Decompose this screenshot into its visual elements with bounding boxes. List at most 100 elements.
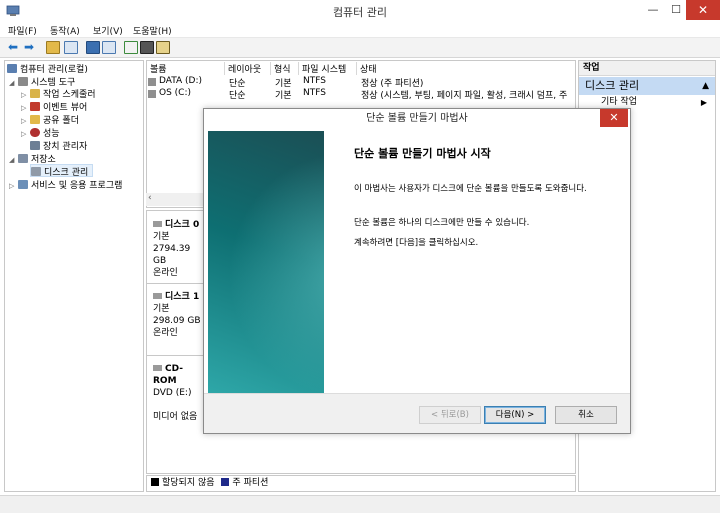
disk-state: 온라인 xyxy=(153,328,178,338)
disk-1-info[interactable]: 디스크 1 기본 298.09 GB 온라인 xyxy=(147,291,205,339)
action-section-disk-management[interactable]: 디스크 관리 ▲ xyxy=(579,77,715,95)
chevron-right-icon[interactable]: ▷ xyxy=(21,91,30,99)
tree-label: 서비스 및 응용 프로그램 xyxy=(31,181,123,191)
disk-type: DVD (E:) xyxy=(153,388,192,398)
check-icon[interactable] xyxy=(124,41,138,54)
table-row[interactable]: OS (C:) 단순 기본 NTFS 정상 (시스템, 부팅, 페이지 파일, … xyxy=(147,88,575,101)
disk-size xyxy=(153,399,205,411)
disk-icon xyxy=(153,293,162,299)
disk-icon xyxy=(153,221,162,227)
chevron-right-icon[interactable]: ▷ xyxy=(9,182,18,190)
maximize-button[interactable]: ☐ xyxy=(666,0,686,20)
disk-type: 기본 xyxy=(153,232,170,242)
cdrom-info[interactable]: CD-ROM DVD (E:) 미디어 없음 xyxy=(147,363,205,423)
status-bar xyxy=(0,495,720,513)
disk-name: 디스크 1 xyxy=(165,292,200,302)
menu-view[interactable]: 보기(V) xyxy=(93,24,123,37)
menu-file[interactable]: 파일(F) xyxy=(8,24,37,37)
legend-primary: 주 파티션 xyxy=(232,478,269,488)
cd-drive-icon xyxy=(153,365,162,371)
help-icon[interactable] xyxy=(86,41,100,54)
action-pane-icon[interactable] xyxy=(102,41,116,54)
tree-label: 이벤트 뷰어 xyxy=(43,103,88,113)
back-arrow-icon[interactable]: ⬅ xyxy=(8,41,22,54)
cancel-button[interactable]: 취소 xyxy=(555,406,617,424)
volume-icon xyxy=(148,78,156,86)
tree-label: 디스크 관리 xyxy=(44,168,89,178)
unallocated-swatch xyxy=(151,478,159,486)
tree-item-disk-management[interactable]: 디스크 관리 xyxy=(30,164,94,178)
submenu-arrow-icon: ▶ xyxy=(700,98,707,107)
storage-icon xyxy=(18,154,28,163)
column-header-filesystem[interactable]: 파일 시스템 xyxy=(299,62,357,75)
wizard-title: 단순 볼륨 만들기 마법사 xyxy=(204,109,630,131)
tree-label: 장치 관리자 xyxy=(43,142,88,152)
scroll-left-icon[interactable]: ‹ xyxy=(148,193,152,203)
wizard-note: 단순 볼륨은 하나의 디스크에만 만들 수 있습니다. xyxy=(354,218,530,228)
console-tree-icon[interactable] xyxy=(64,41,78,54)
title-bar: 컴퓨터 관리 — ☐ ✕ xyxy=(0,0,720,22)
forward-arrow-icon[interactable]: ➡ xyxy=(24,41,38,54)
toolbar: ⬅ ➡ xyxy=(0,38,720,58)
action-pane-header: 작업 xyxy=(579,61,715,76)
next-button[interactable]: 다음(N) > xyxy=(484,406,546,424)
disk-size: 2794.39 GB xyxy=(153,244,191,266)
column-header-layout[interactable]: 레이아웃 xyxy=(225,62,271,75)
action-section-label: 디스크 관리 xyxy=(585,79,640,92)
clock-icon xyxy=(30,89,40,98)
menu-help[interactable]: 도움말(H) xyxy=(133,24,172,37)
legend: 할당되지 않음 주 파티션 xyxy=(146,475,576,492)
properties-icon[interactable] xyxy=(140,41,154,54)
tree-item-task-scheduler[interactable]: ▷ 작업 스케줄러 xyxy=(21,87,96,100)
table-row[interactable]: DATA (D:) 단순 기본 NTFS 정상 (주 파티션) xyxy=(147,76,575,89)
disk-icon[interactable] xyxy=(156,41,170,54)
wizard-instruction: 계속하려면 [다음]을 클릭하십시오. xyxy=(354,238,479,248)
chevron-right-icon[interactable]: ▷ xyxy=(21,130,30,138)
tree-item-performance[interactable]: ▷ 성능 xyxy=(21,126,60,139)
services-icon xyxy=(18,180,28,189)
tree-label: 컴퓨터 관리(로컬) xyxy=(20,65,88,75)
wizard-close-button[interactable]: ✕ xyxy=(600,109,628,127)
up-folder-icon[interactable] xyxy=(46,41,60,54)
disk-0-info[interactable]: 디스크 0 기본 2794.39 GB 온라인 xyxy=(147,219,205,279)
chevron-down-icon[interactable]: ◢ xyxy=(9,79,18,87)
disk-state: 미디어 없음 xyxy=(153,412,198,422)
volume-name: OS (C:) xyxy=(159,88,191,98)
minimize-button[interactable]: — xyxy=(640,0,666,20)
tree-item-event-viewer[interactable]: ▷ 이벤트 뷰어 xyxy=(21,100,87,113)
primary-swatch xyxy=(221,478,230,486)
tree-item-device-manager[interactable]: 장치 관리자 xyxy=(30,139,87,152)
column-header-status[interactable]: 상태 xyxy=(357,62,575,75)
window-title: 컴퓨터 관리 xyxy=(332,6,388,19)
menu-bar: 파일(F) 동작(A) 보기(V) 도움말(H) xyxy=(0,22,720,38)
device-manager-icon xyxy=(30,141,40,150)
menu-action[interactable]: 동작(A) xyxy=(50,24,80,37)
column-header-type[interactable]: 형식 xyxy=(271,62,299,75)
navigation-tree: 컴퓨터 관리(로컬) ◢ 시스템 도구 ▷ 작업 스케줄러 ▷ 이벤트 뷰어 ▷ 공유 … xyxy=(4,60,144,492)
tree-item-shared-folders[interactable]: ▷ 공유 폴더 xyxy=(21,113,79,126)
tree-label: 공유 폴더 xyxy=(43,116,79,126)
disk-name: 디스크 0 xyxy=(165,220,200,230)
shared-folder-icon xyxy=(30,115,40,124)
collapse-icon[interactable]: ▲ xyxy=(702,77,709,95)
volume-fs: NTFS xyxy=(303,76,326,86)
volume-name: DATA (D:) xyxy=(159,76,203,86)
new-simple-volume-wizard: 단순 볼륨 만들기 마법사 ✕ 단순 볼륨 만들기 마법사 시작 이 마법사는 … xyxy=(203,108,631,434)
close-button[interactable]: ✕ xyxy=(686,0,720,20)
performance-icon xyxy=(30,128,40,137)
legend-unallocated: 할당되지 않음 xyxy=(162,478,215,488)
chevron-right-icon[interactable]: ▷ xyxy=(21,104,30,112)
column-header-volume[interactable]: 볼륨 xyxy=(147,62,225,75)
chevron-right-icon[interactable]: ▷ xyxy=(21,117,30,125)
tree-label: 작업 스케줄러 xyxy=(43,90,96,100)
disk-management-icon xyxy=(31,167,41,176)
volume-fs: NTFS xyxy=(303,88,326,98)
computer-icon xyxy=(7,64,17,73)
event-viewer-icon xyxy=(30,102,40,111)
tree-item-services[interactable]: ▷ 서비스 및 응용 프로그램 xyxy=(9,178,122,191)
chevron-down-icon[interactable]: ◢ xyxy=(9,156,18,164)
volume-status: 정상 (시스템, 부팅, 페이지 파일, 활성, 크래시 덤프, 주 xyxy=(361,91,568,101)
back-button[interactable]: < 뒤로(B) xyxy=(419,406,481,424)
tree-item-root[interactable]: 컴퓨터 관리(로컬) xyxy=(7,62,88,75)
volume-type: 기본 xyxy=(275,91,292,101)
